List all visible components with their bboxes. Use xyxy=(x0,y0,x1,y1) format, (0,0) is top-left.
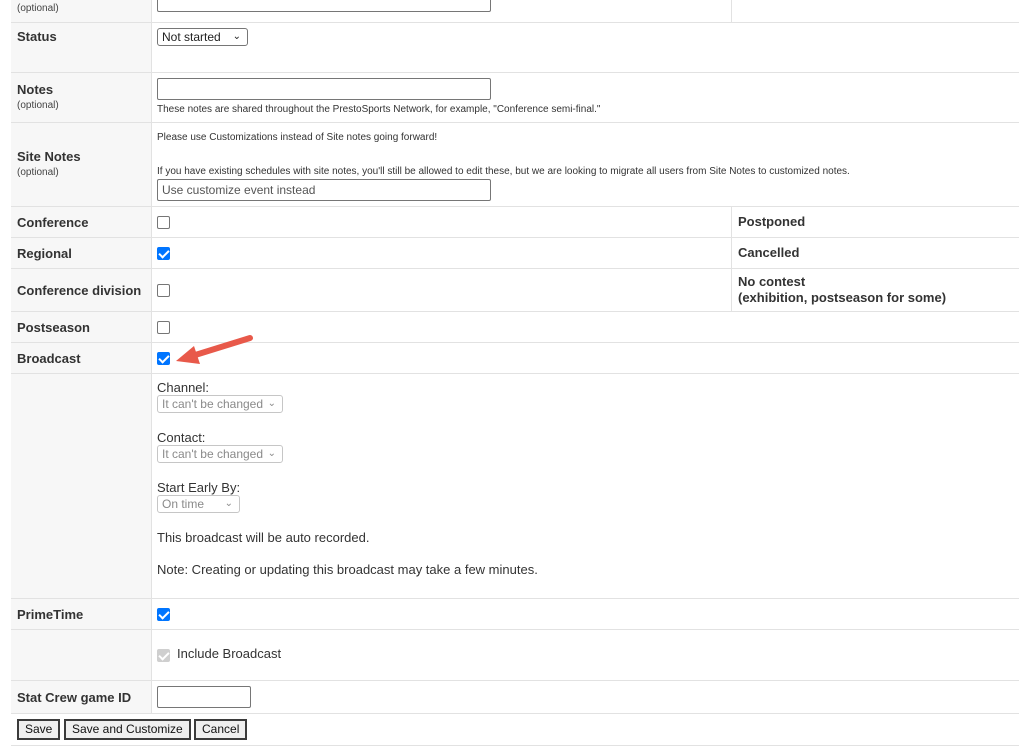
status-select-value: Not started xyxy=(162,30,221,44)
row-divider xyxy=(11,629,1019,630)
chevron-down-icon: ⌄ xyxy=(267,448,276,459)
row-divider xyxy=(11,745,1019,746)
chevron-down-icon: ⌄ xyxy=(232,31,241,42)
row-divider xyxy=(11,22,1019,23)
start-early-label: Start Early By: xyxy=(157,480,241,495)
postseason-checkbox[interactable] xyxy=(157,321,170,334)
postseason-label: Postseason xyxy=(17,320,90,335)
no-contest-label: No contest xyxy=(738,274,806,289)
contact-select-value: It can't be changed xyxy=(162,447,264,461)
row-divider xyxy=(11,206,1019,207)
channel-label: Channel: xyxy=(157,380,210,395)
regional-label: Regional xyxy=(17,246,72,261)
cancelled-label: Cancelled xyxy=(738,245,800,260)
chevron-down-icon: ⌄ xyxy=(224,498,233,509)
conference-division-checkbox[interactable] xyxy=(157,284,170,297)
channel-select[interactable]: It can't be changed ⌄ xyxy=(157,395,283,413)
optional-hint: (optional) xyxy=(17,167,59,178)
regional-checkbox[interactable] xyxy=(157,247,170,260)
column-divider xyxy=(731,0,732,22)
start-early-select-value: On time xyxy=(162,497,205,511)
row-divider xyxy=(11,680,1019,681)
conference-division-label: Conference division xyxy=(17,283,142,298)
broadcast-label: Broadcast xyxy=(17,351,81,366)
site-notes-migration-message: If you have existing schedules with site… xyxy=(157,166,850,177)
channel-select-value: It can't be changed xyxy=(162,397,264,411)
conference-checkbox[interactable] xyxy=(157,216,170,229)
save-and-customize-button[interactable]: Save and Customize xyxy=(64,719,191,740)
auto-recorded-text: This broadcast will be auto recorded. xyxy=(157,530,370,545)
stat-crew-input[interactable] xyxy=(157,686,251,708)
optional-hint: (optional) xyxy=(17,3,59,14)
cancel-button[interactable]: Cancel xyxy=(194,719,248,740)
column-divider xyxy=(731,206,732,311)
primetime-checkbox[interactable] xyxy=(157,608,170,621)
include-broadcast-checkbox[interactable] xyxy=(157,649,170,662)
include-broadcast-label: Include Broadcast xyxy=(177,646,282,661)
site-notes-label: Site Notes xyxy=(17,149,81,164)
status-select[interactable]: Not started ⌄ xyxy=(157,28,248,46)
start-early-select[interactable]: On time ⌄ xyxy=(157,495,240,513)
site-notes-input[interactable]: Use customize event instead xyxy=(157,179,491,201)
contact-select[interactable]: It can't be changed ⌄ xyxy=(157,445,283,463)
primetime-label: PrimeTime xyxy=(17,607,84,622)
stat-crew-label: Stat Crew game ID xyxy=(17,690,132,705)
row-divider xyxy=(11,713,1019,714)
row-divider xyxy=(11,311,1019,312)
site-notes-message: Please use Customizations instead of Sit… xyxy=(157,132,438,143)
status-label: Status xyxy=(17,29,57,44)
contact-label: Contact: xyxy=(157,430,206,445)
row-divider xyxy=(11,342,1019,343)
no-contest-sublabel: (exhibition, postseason for some) xyxy=(738,290,947,305)
chevron-down-icon: ⌄ xyxy=(267,398,276,409)
notes-help-text: These notes are shared throughout the Pr… xyxy=(157,104,601,115)
site-notes-value: Use customize event instead xyxy=(162,183,316,197)
annotation-arrow-icon xyxy=(176,335,253,364)
broadcast-note-text: Note: Creating or updating this broadcas… xyxy=(157,562,538,577)
conference-label: Conference xyxy=(17,215,89,230)
page-margin xyxy=(0,0,11,750)
postponed-label: Postponed xyxy=(738,214,806,229)
column-divider xyxy=(151,0,152,713)
row-divider xyxy=(11,268,1019,269)
row-divider xyxy=(11,237,1019,238)
notes-input[interactable] xyxy=(157,78,491,100)
row-divider xyxy=(11,72,1019,73)
row-divider xyxy=(11,122,1019,123)
save-button[interactable]: Save xyxy=(17,719,61,740)
top-text-field[interactable] xyxy=(157,0,491,12)
row-divider xyxy=(11,598,1019,599)
notes-label: Notes xyxy=(17,82,54,97)
broadcast-checkbox[interactable] xyxy=(157,352,170,365)
optional-hint: (optional) xyxy=(17,100,59,111)
row-divider xyxy=(11,373,1019,374)
